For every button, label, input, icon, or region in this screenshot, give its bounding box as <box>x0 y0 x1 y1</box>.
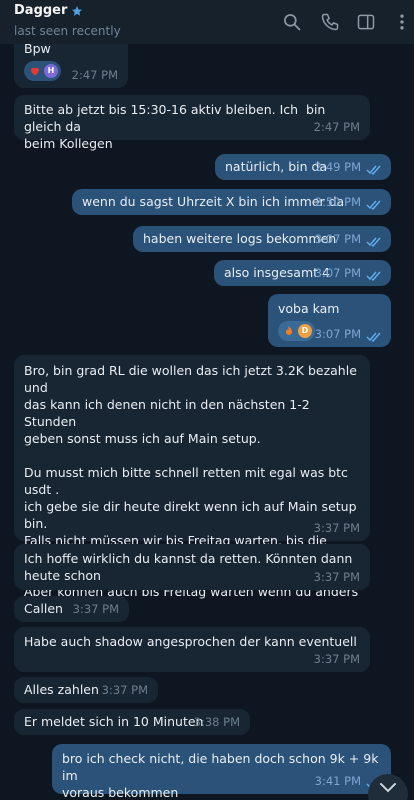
message-time: 3:37 PM <box>72 602 119 616</box>
message-time: 3:37 PM <box>313 521 360 535</box>
incoming-message[interactable]: Alles zahlen 3:37 PM <box>14 677 158 703</box>
message-time: 3:37 PM <box>313 652 360 666</box>
reactor-avatar: H <box>44 64 58 78</box>
message-time: 3:37 PM <box>101 683 148 697</box>
chat-header: Dagger last seen recently <box>0 0 414 44</box>
star-icon <box>72 5 83 16</box>
read-ticks-icon <box>366 165 381 175</box>
outgoing-message[interactable]: natürlich, bin da 2:49 PM <box>215 154 391 180</box>
message-text: voba kam <box>278 301 340 316</box>
incoming-message[interactable]: Er meldet sich in 10 Minuten 3:38 PM <box>14 709 250 735</box>
message-list[interactable]: Bpw H 2:47 PM Bitte ab jetzt bis 15:30-1… <box>0 44 414 800</box>
outgoing-message[interactable]: bro ich check nicht, die haben doch scho… <box>52 744 391 800</box>
message-time: 2:47 PM <box>71 68 118 82</box>
message-text: Bitte ab jetzt bis 15:30-16 aktiv bleibe… <box>24 102 326 151</box>
phone-icon[interactable] <box>320 12 340 32</box>
message-text: Bpw <box>24 44 51 56</box>
message-text: Habe auch shadow angesprochen der kann e… <box>24 634 357 649</box>
scroll-down-button[interactable] <box>368 774 408 800</box>
outgoing-message[interactable]: haben weitere logs bekommen 3:07 PM <box>133 226 391 252</box>
outgoing-message[interactable]: voba kam D 3:07 PM <box>268 294 391 347</box>
outgoing-message[interactable]: also insgesamt 4 3:07 PM <box>214 260 391 286</box>
reaction-pill[interactable]: D <box>278 321 315 341</box>
more-vertical-icon[interactable] <box>392 12 412 32</box>
incoming-message[interactable]: Bro, bin grad RL die wollen das ich jetz… <box>14 355 370 616</box>
read-ticks-icon <box>366 332 381 342</box>
chevron-down-icon <box>380 783 396 793</box>
fire-emoji-icon <box>286 326 292 335</box>
message-time: 3:38 PM <box>193 715 240 729</box>
contact-title[interactable]: Dagger <box>14 3 83 18</box>
reactor-avatar: D <box>298 324 312 338</box>
contact-name[interactable]: Dagger <box>14 3 67 18</box>
message-time: 3:07 PM <box>314 232 361 246</box>
read-ticks-icon <box>366 237 381 247</box>
sidebar-panel-icon[interactable] <box>356 12 376 32</box>
message-text: Ich hoffe wirklich du kannst da retten. … <box>24 551 353 583</box>
last-seen-status: last seen recently <box>14 24 121 38</box>
incoming-message[interactable]: Bpw H 2:47 PM <box>14 44 128 88</box>
read-ticks-icon <box>366 271 381 281</box>
search-icon[interactable] <box>282 12 302 32</box>
read-ticks-icon <box>366 200 381 210</box>
message-time: 3:41 PM <box>314 774 361 788</box>
message-time: 2:50 PM <box>314 195 361 209</box>
message-time: 3:37 PM <box>313 570 360 584</box>
outgoing-message[interactable]: wenn du sagst Uhrzeit X bin ich immer da… <box>72 189 391 215</box>
incoming-message[interactable]: Ich hoffe wirklich du kannst da retten. … <box>14 544 370 590</box>
message-time: 3:07 PM <box>314 266 361 280</box>
reaction-pill[interactable]: H <box>24 61 61 81</box>
heart-emoji-icon <box>31 67 39 76</box>
message-time: 3:07 PM <box>314 327 361 341</box>
incoming-message[interactable]: Callen 3:37 PM <box>14 596 129 622</box>
incoming-message[interactable]: Bitte ab jetzt bis 15:30-16 aktiv bleibe… <box>14 95 370 151</box>
incoming-message[interactable]: Habe auch shadow angesprochen der kann e… <box>14 627 370 672</box>
message-time: 2:47 PM <box>313 120 360 134</box>
message-time: 2:49 PM <box>314 160 361 174</box>
